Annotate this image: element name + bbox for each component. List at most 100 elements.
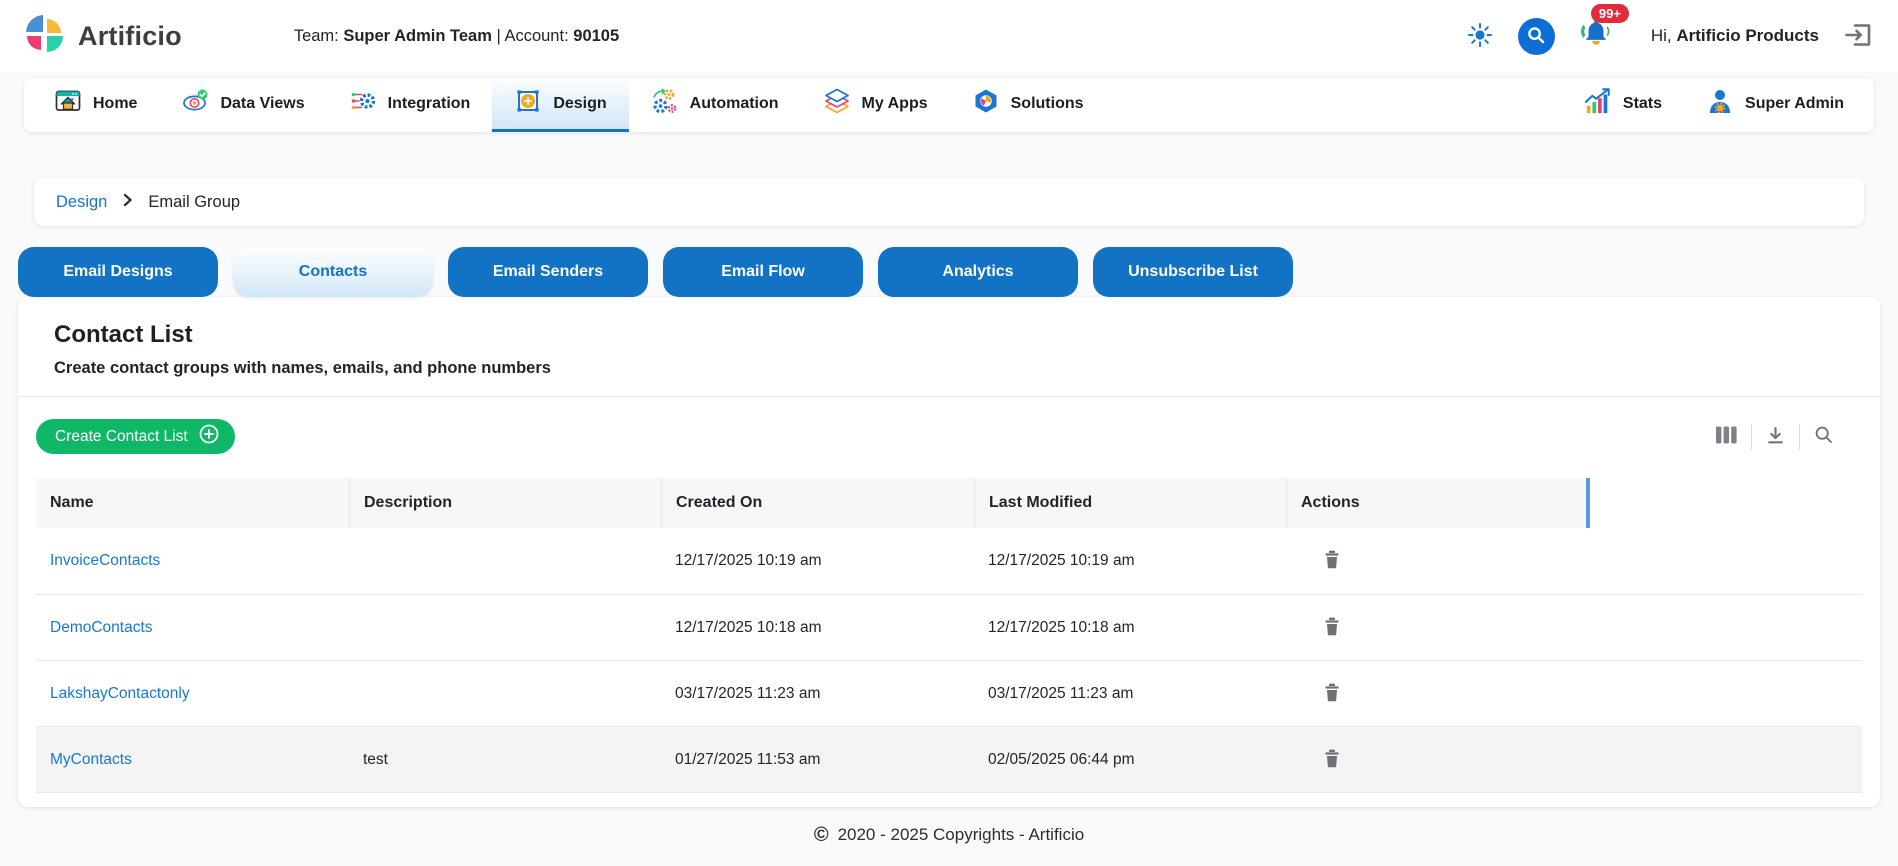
columns-toggle-button[interactable] [1702,422,1751,451]
copyright-icon: © [814,824,829,847]
trash-icon [1324,690,1340,705]
sun-icon [1466,21,1494,52]
tab-contacts[interactable]: Contacts [233,247,433,297]
brand[interactable]: Artificio [24,13,182,60]
name-cell: LakshayContactonly [36,685,349,703]
page: Artificio Team: Super Admin Team | Accou… [0,0,1898,866]
home-icon [54,87,82,120]
nav-item-home[interactable]: Home [32,78,159,132]
nav-item-solutions[interactable]: Solutions [950,78,1106,132]
table-row: InvoiceContacts 12/17/2025 10:19 am 12/1… [36,528,1862,594]
data-views-icon [181,87,209,120]
team-account-divider: | [496,27,500,45]
chevron-right-icon [121,193,134,212]
nav-label: My Apps [862,95,928,113]
search-icon [1814,425,1834,448]
breadcrumb: Design Email Group [34,178,1864,226]
description-cell: test [349,751,661,769]
team-label: Team: [294,27,339,45]
trash-icon [1324,756,1340,771]
column-header-description[interactable]: Description [349,478,661,528]
table-row: DemoContacts 12/17/2025 10:18 am 12/17/2… [36,594,1862,660]
created-on-cell: 12/17/2025 10:19 am [661,552,974,570]
search-icon [1526,25,1546,48]
page-title: Contact List [54,321,1880,349]
actions-cell [1286,548,1586,574]
tab-email-senders[interactable]: Email Senders [448,247,648,297]
page-subtitle: Create contact groups with names, emails… [54,359,1880,378]
theme-toggle-button[interactable] [1466,21,1494,52]
greeting-prefix: Hi, [1651,26,1672,45]
nav-label: Stats [1623,95,1662,113]
bell-icon [1579,37,1613,54]
nav-label: Automation [690,95,779,113]
nav-item-automation[interactable]: Automation [629,78,801,132]
top-bar: Artificio Team: Super Admin Team | Accou… [0,0,1898,72]
delete-button[interactable] [1322,681,1352,707]
contact-list-link[interactable]: DemoContacts [50,619,153,636]
contact-list-link[interactable]: LakshayContactonly [50,685,190,702]
design-icon [514,87,542,120]
tab-email-designs[interactable]: Email Designs [18,247,218,297]
last-modified-cell: 12/17/2025 10:18 am [974,619,1286,637]
logout-button[interactable] [1843,21,1874,52]
created-on-cell: 01/27/2025 11:53 am [661,751,974,769]
created-on-cell: 03/17/2025 11:23 am [661,685,974,703]
contact-list-link[interactable]: MyContacts [50,751,132,768]
download-button[interactable] [1752,422,1799,452]
notification-count-badge: 99+ [1591,4,1629,23]
stats-icon [1584,87,1612,120]
global-search-button[interactable] [1518,18,1555,55]
brand-name: Artificio [78,21,182,52]
contact-list-table: Name Description Created On Last Modifie… [36,478,1862,793]
title-block: Contact List Create contact groups with … [18,297,1880,397]
column-header-name[interactable]: Name [36,478,349,528]
contact-list-link[interactable]: InvoiceContacts [50,552,160,569]
last-modified-cell: 02/05/2025 06:44 pm [974,751,1286,769]
nav-label: Home [93,95,137,113]
nav-right: Stats Super Admin [1562,78,1866,132]
nav-item-super-admin[interactable]: Super Admin [1684,78,1866,132]
columns-icon [1716,426,1737,447]
create-contact-list-button[interactable]: Create Contact List [36,419,235,454]
column-header-last-modified[interactable]: Last Modified [974,478,1286,528]
user-name: Artificio Products [1676,26,1819,45]
delete-button[interactable] [1322,615,1352,641]
tab-analytics[interactable]: Analytics [878,247,1078,297]
last-modified-cell: 03/17/2025 11:23 am [974,685,1286,703]
footer: © 2020 - 2025 Copyrights - Artificio [0,807,1898,863]
topbar-actions: 99+ Hi, Artificio Products [1466,18,1874,55]
table-row: MyContacts test 01/27/2025 11:53 am 02/0… [36,726,1862,792]
nav-label: Data Views [220,95,304,113]
email-group-tabs: Email Designs Contacts Email Senders Ema… [18,247,1880,297]
nav-item-stats[interactable]: Stats [1562,78,1684,132]
account-label: Account: [504,27,568,45]
tab-unsubscribe-list[interactable]: Unsubscribe List [1093,247,1293,297]
actions-cell [1286,681,1586,707]
solutions-icon [972,87,1000,120]
table-toolbar: Create Contact List [36,397,1862,478]
column-header-actions[interactable]: Actions [1286,478,1586,528]
nav-item-data-views[interactable]: Data Views [159,78,326,132]
column-header-created-on[interactable]: Created On [661,478,974,528]
nav-item-integration[interactable]: Integration [327,78,493,132]
breadcrumb-design-link[interactable]: Design [56,193,107,212]
trash-icon [1324,557,1340,572]
last-modified-cell: 12/17/2025 10:19 am [974,552,1286,570]
trash-icon [1324,624,1340,639]
delete-button[interactable] [1322,747,1352,773]
nav-item-my-apps[interactable]: My Apps [801,78,950,132]
copyright-text: 2020 - 2025 Copyrights - Artificio [838,825,1085,845]
account-value: 90105 [573,27,619,45]
notifications-button[interactable]: 99+ [1579,18,1613,55]
team-name: Super Admin Team [343,27,492,45]
table-header-row: Name Description Created On Last Modifie… [36,478,1862,528]
delete-button[interactable] [1322,548,1352,574]
nav-item-design[interactable]: Design [492,78,628,132]
integration-icon [349,87,377,120]
user-greeting: Hi, Artificio Products [1651,26,1819,46]
automation-icon [651,87,679,120]
table-search-button[interactable] [1800,421,1848,452]
actions-cell [1286,747,1586,773]
tab-email-flow[interactable]: Email Flow [663,247,863,297]
